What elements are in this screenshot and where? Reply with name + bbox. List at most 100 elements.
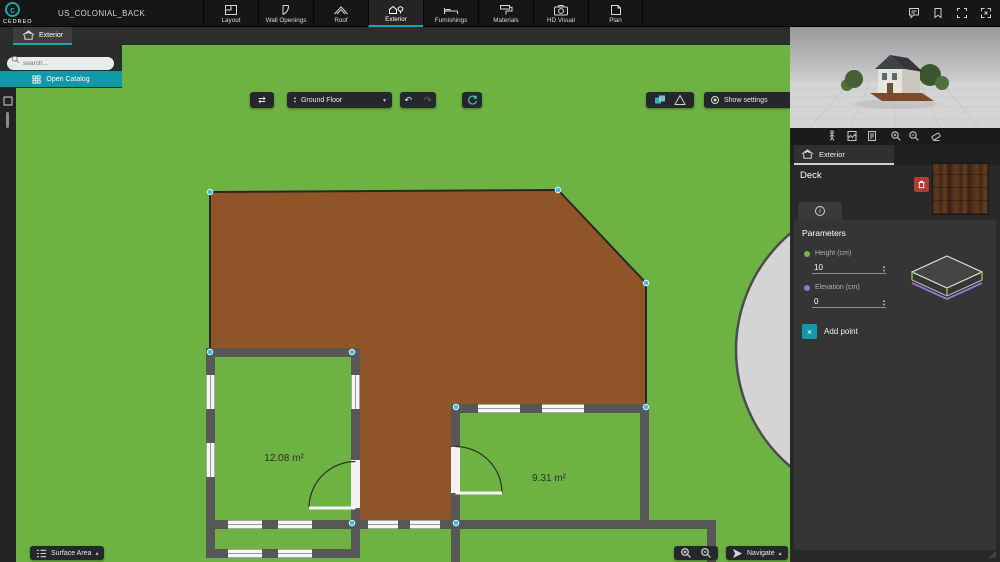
floorplan-svg[interactable]: 12.08 m² 9.31 m² <box>16 45 790 562</box>
elevation-input[interactable] <box>812 297 867 307</box>
vertex-handle[interactable] <box>349 349 355 355</box>
titlebar: c CEDREO US_COLONIAL_BACK Layout Wall Op… <box>0 0 1000 27</box>
vertex-handle[interactable] <box>453 404 459 410</box>
show-settings-button[interactable]: Show settings ▲ ▼ <box>704 92 790 108</box>
tab-plan[interactable]: Plan <box>588 0 643 27</box>
tab-roof[interactable]: Roof <box>313 0 368 27</box>
tab-exterior[interactable]: Exterior <box>368 0 423 27</box>
tab-label: Roof <box>334 17 347 24</box>
pool-circle[interactable] <box>736 198 790 502</box>
room-area-label: 12.08 m² <box>264 453 304 464</box>
section-title: Parameters <box>802 228 846 238</box>
inspector-panel: Exterior Deck i Parameters Height (cm) ▲… <box>790 27 1000 562</box>
tab-furnishings[interactable]: Furnishings <box>423 0 478 27</box>
tab-materials[interactable]: Materials <box>478 0 533 27</box>
undo-icon[interactable]: ↶ <box>404 95 412 106</box>
tab-label: Wall Openings <box>266 17 307 24</box>
zoom-in-icon[interactable] <box>890 130 902 142</box>
deck-diagram-icon <box>904 248 990 314</box>
vertex-handle[interactable] <box>207 349 213 355</box>
surface-area-label: Surface Area <box>51 550 91 557</box>
search-input[interactable] <box>7 57 114 70</box>
info-tab[interactable]: i <box>798 202 842 220</box>
parameters-panel: Parameters Height (cm) ▲▼ Elevation (cm)… <box>794 220 996 550</box>
elevation-label: Elevation (cm) <box>815 284 860 291</box>
tab-layout[interactable]: Layout <box>203 0 258 27</box>
elevation-inputline: ▲▼ <box>812 295 886 308</box>
chevron-up-icon: ▴ <box>779 550 782 557</box>
camera-icon <box>553 4 569 16</box>
walkthrough-icon[interactable] <box>826 130 838 142</box>
height-stepper[interactable]: ▲▼ <box>882 265 886 273</box>
match-colors-icon[interactable] <box>654 94 666 106</box>
add-point-label: Add point <box>824 327 858 336</box>
navigate-label: Navigate <box>747 550 775 557</box>
zoom-out-icon[interactable] <box>700 547 712 559</box>
add-point-icon[interactable]: × <box>802 324 817 339</box>
3d-preview[interactable] <box>790 27 1000 128</box>
logo-text: CEDREO <box>3 19 33 25</box>
panel-toggle-icon[interactable] <box>3 96 13 106</box>
view-tools <box>646 92 694 108</box>
floor-selector[interactable]: ▲ ▼ Ground Floor ▾ <box>287 92 392 108</box>
elevation-stepper[interactable]: ▲▼ <box>882 299 886 307</box>
fullscreen-icon[interactable] <box>980 7 992 19</box>
snapshot-icon[interactable] <box>846 130 858 142</box>
vertex-handle[interactable] <box>555 187 561 193</box>
house-icon <box>22 29 35 41</box>
titlebar-actions <box>908 7 992 19</box>
preview-toolbar <box>790 128 1000 145</box>
swap-view-button[interactable]: ⇄ <box>250 92 274 108</box>
inspector-tab-exterior[interactable]: Exterior <box>794 145 894 165</box>
room-area-label: 9.31 m² <box>532 473 567 484</box>
navigate-button[interactable]: Navigate ▴ <box>726 546 788 560</box>
vertex-handle[interactable] <box>207 189 213 195</box>
house-tree-icon <box>388 3 404 15</box>
open-catalog-label: Open Catalog <box>46 76 89 83</box>
eraser-icon[interactable] <box>930 130 942 142</box>
deck-material-thumbnail[interactable] <box>932 163 989 215</box>
zoom-out-icon[interactable] <box>908 130 920 142</box>
height-label: Height (cm) <box>815 250 851 257</box>
subtab-exterior[interactable]: Exterior <box>13 27 72 45</box>
tab-label: Plan <box>609 17 622 24</box>
vertex-handle[interactable] <box>349 520 355 526</box>
zoom-in-icon[interactable] <box>680 547 692 559</box>
tab-label: Furnishings <box>435 17 468 24</box>
swap-icon: ⇄ <box>258 95 266 106</box>
tab-label: HD Visual <box>547 17 575 24</box>
furniture-icon <box>443 4 459 16</box>
redo-icon[interactable]: ↷ <box>424 95 432 106</box>
restore-window-icon[interactable] <box>956 7 968 19</box>
height-inputline: ▲▼ <box>812 261 886 274</box>
surface-area-button[interactable]: Surface Area ▴ <box>30 546 104 560</box>
open-catalog-button[interactable]: Open Catalog <box>0 71 122 87</box>
elevation-dot-icon <box>804 285 810 291</box>
remove-material-button[interactable] <box>914 177 929 192</box>
settings-eye-icon <box>710 95 720 105</box>
height-dot-icon <box>804 251 810 257</box>
notes-icon[interactable] <box>866 130 878 142</box>
height-input[interactable] <box>812 263 867 273</box>
chat-icon[interactable] <box>908 7 920 19</box>
refresh-button[interactable] <box>462 92 482 108</box>
floorplan-canvas[interactable]: 12.08 m² 9.31 m² ⇄ ▲ ▼ Ground Floor ▾ ↶ … <box>16 45 790 562</box>
drag-handle[interactable] <box>6 112 9 128</box>
resize-grip-icon[interactable] <box>989 551 997 559</box>
refresh-icon <box>467 95 478 106</box>
perspective-icon[interactable] <box>674 94 686 106</box>
vertex-handle[interactable] <box>453 520 459 526</box>
floor-stepper[interactable]: ▲ ▼ <box>293 96 297 104</box>
history-buttons: ↶ ↷ <box>400 92 436 108</box>
add-point-row[interactable]: × Add point <box>802 324 858 339</box>
tab-wall-openings[interactable]: Wall Openings <box>258 0 313 27</box>
vertex-handle[interactable] <box>643 404 649 410</box>
compass-icon <box>732 548 743 559</box>
save-icon[interactable] <box>932 7 944 19</box>
arrow-down-icon: ▼ <box>293 100 297 104</box>
vertex-handle[interactable] <box>643 280 649 286</box>
tab-label: Materials <box>493 17 519 24</box>
tab-hd-visual[interactable]: HD Visual <box>533 0 588 27</box>
inspector-tab-label: Exterior <box>819 150 845 159</box>
subtab-row: Exterior <box>0 27 790 45</box>
